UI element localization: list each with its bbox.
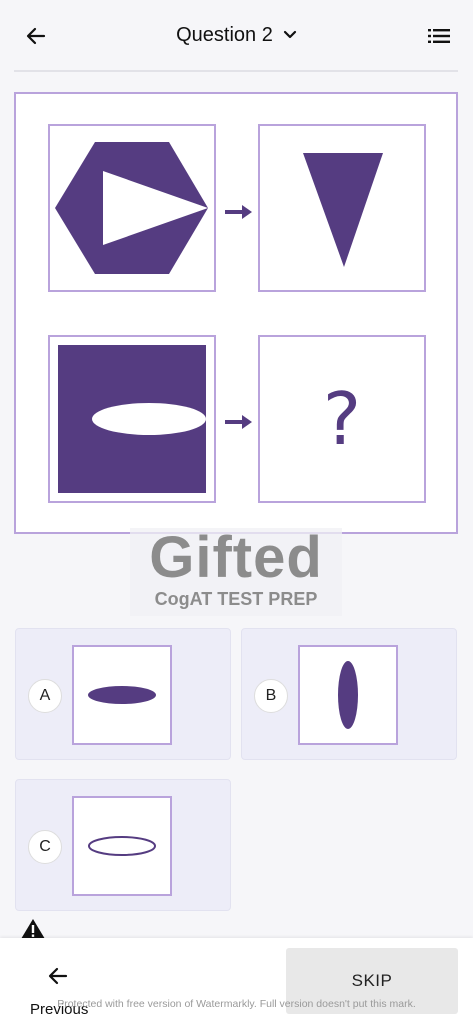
option-image xyxy=(298,645,398,745)
option-letter: B xyxy=(254,679,288,713)
inverted-triangle-icon xyxy=(303,153,383,267)
outlined-horizontal-ellipse-icon xyxy=(88,836,156,856)
arrow-right-icon xyxy=(225,205,252,219)
figure-unknown: ? xyxy=(258,335,426,503)
page-title: Question 2 xyxy=(176,23,273,46)
hexagon-with-triangle-icon xyxy=(55,142,208,274)
watermark-brand: Gifted xyxy=(149,525,323,590)
figure-top-left xyxy=(48,124,216,292)
header-divider xyxy=(14,70,458,72)
watermark-tagline: CogAT TEST PREP xyxy=(154,589,318,609)
option-letter: C xyxy=(28,830,62,864)
filled-vertical-ellipse-icon xyxy=(338,661,358,729)
bottom-navigation: Previous SKIP xyxy=(0,938,473,1024)
back-button[interactable] xyxy=(22,22,50,50)
option-image xyxy=(72,645,172,745)
list-icon xyxy=(428,29,450,43)
option-c[interactable]: C xyxy=(15,779,231,911)
arrow-right-icon xyxy=(225,415,252,429)
option-letter: A xyxy=(28,679,62,713)
filled-horizontal-ellipse-icon xyxy=(88,686,156,704)
arrow-left-icon xyxy=(48,967,68,985)
top-bar: Question 2 xyxy=(0,0,473,70)
question-selector[interactable]: Question 2 xyxy=(176,24,297,47)
option-image xyxy=(72,796,172,896)
figure-top-right xyxy=(258,124,426,292)
watermark-notice: Protected with free version of Watermark… xyxy=(57,998,416,1010)
question-figure: ? xyxy=(14,92,458,534)
option-b[interactable]: B xyxy=(241,628,457,760)
chevron-down-icon xyxy=(283,30,296,39)
figure-bottom-left xyxy=(48,335,216,503)
warning-icon[interactable] xyxy=(20,918,46,940)
square-with-ellipse-icon xyxy=(58,345,206,493)
question-list-button[interactable] xyxy=(425,22,453,50)
watermark-logo: Gifted CogAT TEST PREP xyxy=(130,528,342,616)
option-a[interactable]: A xyxy=(15,628,231,760)
arrow-left-icon xyxy=(26,27,46,45)
question-mark: ? xyxy=(322,377,362,461)
